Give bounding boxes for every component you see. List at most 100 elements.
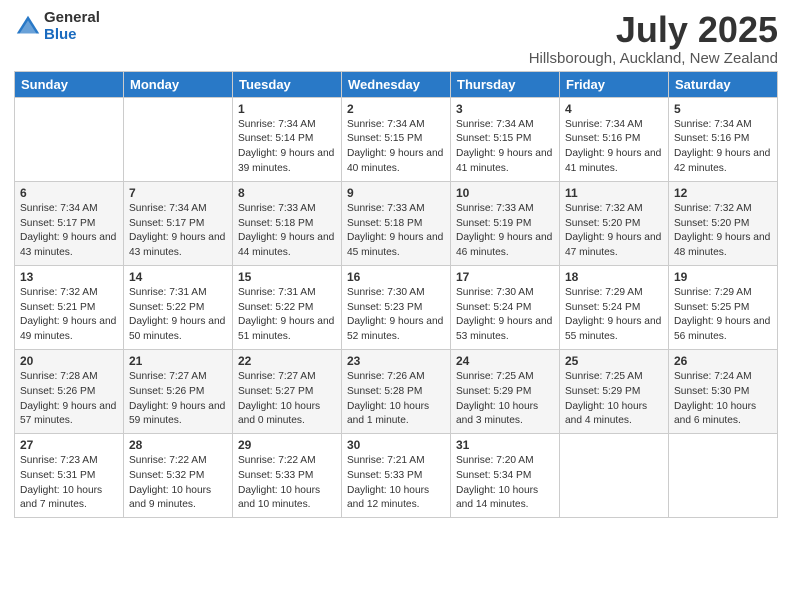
day-info: Sunrise: 7:22 AMSunset: 5:33 PMDaylight:… <box>238 455 320 510</box>
table-row: 1 Sunrise: 7:34 AMSunset: 5:14 PMDaylight… <box>233 97 342 181</box>
day-number: 30 <box>347 438 445 452</box>
col-saturday: Saturday <box>669 71 778 97</box>
title-section: July 2025 Hillsborough, Auckland, New Ze… <box>529 10 778 67</box>
table-row: 13 Sunrise: 7:32 AMSunset: 5:21 PMDayligh… <box>15 265 124 349</box>
day-number: 23 <box>347 354 445 368</box>
col-tuesday: Tuesday <box>233 71 342 97</box>
table-row <box>560 434 669 518</box>
table-row: 14 Sunrise: 7:31 AMSunset: 5:22 PMDayligh… <box>124 265 233 349</box>
table-row: 9 Sunrise: 7:33 AMSunset: 5:18 PMDaylight… <box>342 181 451 265</box>
day-info: Sunrise: 7:32 AMSunset: 5:20 PMDaylight:… <box>674 203 770 258</box>
col-sunday: Sunday <box>15 71 124 97</box>
day-number: 7 <box>129 186 227 200</box>
day-number: 19 <box>674 270 772 284</box>
day-info: Sunrise: 7:25 AMSunset: 5:29 PMDaylight:… <box>456 371 538 426</box>
month-title: July 2025 <box>529 10 778 50</box>
table-row: 28 Sunrise: 7:22 AMSunset: 5:32 PMDayligh… <box>124 434 233 518</box>
day-number: 14 <box>129 270 227 284</box>
day-number: 15 <box>238 270 336 284</box>
calendar-table: Sunday Monday Tuesday Wednesday Thursday… <box>14 71 778 519</box>
day-number: 5 <box>674 102 772 116</box>
table-row: 3 Sunrise: 7:34 AMSunset: 5:15 PMDaylight… <box>451 97 560 181</box>
table-row: 15 Sunrise: 7:31 AMSunset: 5:22 PMDayligh… <box>233 265 342 349</box>
logo-icon <box>14 13 42 41</box>
table-row: 16 Sunrise: 7:30 AMSunset: 5:23 PMDayligh… <box>342 265 451 349</box>
day-info: Sunrise: 7:29 AMSunset: 5:25 PMDaylight:… <box>674 287 770 342</box>
day-number: 22 <box>238 354 336 368</box>
page-container: General Blue July 2025 Hillsborough, Auc… <box>0 0 792 526</box>
table-row: 5 Sunrise: 7:34 AMSunset: 5:16 PMDaylight… <box>669 97 778 181</box>
table-row: 2Sunrise: 7:34 AMSunset: 5:15 PMDaylight… <box>342 97 451 181</box>
table-row: 26Sunrise: 7:24 AMSunset: 5:30 PMDayligh… <box>669 349 778 433</box>
day-info: Sunrise: 7:27 AMSunset: 5:26 PMDaylight:… <box>129 371 225 426</box>
day-number: 24 <box>456 354 554 368</box>
table-row: 11Sunrise: 7:32 AMSunset: 5:20 PMDayligh… <box>560 181 669 265</box>
table-row: 30Sunrise: 7:21 AMSunset: 5:33 PMDayligh… <box>342 434 451 518</box>
day-info: Sunrise: 7:34 AMSunset: 5:17 PMDaylight:… <box>129 203 225 258</box>
day-info: Sunrise: 7:33 AMSunset: 5:18 PMDaylight:… <box>238 203 334 258</box>
day-info: Sunrise: 7:27 AMSunset: 5:27 PMDaylight:… <box>238 371 320 426</box>
day-number: 8 <box>238 186 336 200</box>
day-number: 25 <box>565 354 663 368</box>
table-row: 17 Sunrise: 7:30 AMSunset: 5:24 PMDayligh… <box>451 265 560 349</box>
day-number: 28 <box>129 438 227 452</box>
day-info: Sunrise: 7:26 AMSunset: 5:28 PMDaylight:… <box>347 371 429 426</box>
table-row: 23 Sunrise: 7:26 AMSunset: 5:28 PMDayligh… <box>342 349 451 433</box>
table-row: 19 Sunrise: 7:29 AMSunset: 5:25 PMDayligh… <box>669 265 778 349</box>
day-number: 9 <box>347 186 445 200</box>
day-number: 20 <box>20 354 118 368</box>
col-wednesday: Wednesday <box>342 71 451 97</box>
col-friday: Friday <box>560 71 669 97</box>
table-row: 6 Sunrise: 7:34 AMSunset: 5:17 PMDaylight… <box>15 181 124 265</box>
table-row: 24 Sunrise: 7:25 AMSunset: 5:29 PMDayligh… <box>451 349 560 433</box>
day-info: Sunrise: 7:32 AMSunset: 5:21 PMDaylight:… <box>20 287 116 342</box>
table-row: 21Sunrise: 7:27 AMSunset: 5:26 PMDayligh… <box>124 349 233 433</box>
day-info: Sunrise: 7:28 AMSunset: 5:26 PMDaylight:… <box>20 371 116 426</box>
table-row: 20 Sunrise: 7:28 AMSunset: 5:26 PMDayligh… <box>15 349 124 433</box>
day-info: Sunrise: 7:34 AMSunset: 5:16 PMDaylight:… <box>565 119 661 174</box>
day-number: 17 <box>456 270 554 284</box>
table-row <box>669 434 778 518</box>
table-row: 4 Sunrise: 7:34 AMSunset: 5:16 PMDaylight… <box>560 97 669 181</box>
day-info: Sunrise: 7:34 AMSunset: 5:17 PMDaylight:… <box>20 203 116 258</box>
day-number: 31 <box>456 438 554 452</box>
header: General Blue July 2025 Hillsborough, Auc… <box>14 10 778 67</box>
day-info: Sunrise: 7:25 AMSunset: 5:29 PMDaylight:… <box>565 371 647 426</box>
day-number: 4 <box>565 102 663 116</box>
day-info: Sunrise: 7:24 AMSunset: 5:30 PMDaylight:… <box>674 371 756 426</box>
logo-general-text: General <box>44 10 100 27</box>
table-row: 12Sunrise: 7:32 AMSunset: 5:20 PMDayligh… <box>669 181 778 265</box>
day-number: 16 <box>347 270 445 284</box>
day-number: 29 <box>238 438 336 452</box>
day-info: Sunrise: 7:34 AMSunset: 5:16 PMDaylight:… <box>674 119 770 174</box>
day-info: Sunrise: 7:34 AMSunset: 5:15 PMDaylight:… <box>456 119 552 174</box>
day-number: 18 <box>565 270 663 284</box>
day-number: 3 <box>456 102 554 116</box>
table-row: 7 Sunrise: 7:34 AMSunset: 5:17 PMDaylight… <box>124 181 233 265</box>
day-number: 6 <box>20 186 118 200</box>
day-number: 11 <box>565 186 663 200</box>
table-row: 8 Sunrise: 7:33 AMSunset: 5:18 PMDaylight… <box>233 181 342 265</box>
table-row: 29 Sunrise: 7:22 AMSunset: 5:33 PMDayligh… <box>233 434 342 518</box>
table-row: 25 Sunrise: 7:25 AMSunset: 5:29 PMDayligh… <box>560 349 669 433</box>
day-info: Sunrise: 7:34 AMSunset: 5:14 PMDaylight:… <box>238 119 334 174</box>
table-row: 18 Sunrise: 7:29 AMSunset: 5:24 PMDayligh… <box>560 265 669 349</box>
day-number: 1 <box>238 102 336 116</box>
day-info: Sunrise: 7:31 AMSunset: 5:22 PMDaylight:… <box>129 287 225 342</box>
day-info: Sunrise: 7:22 AMSunset: 5:32 PMDaylight:… <box>129 455 211 510</box>
day-info: Sunrise: 7:33 AMSunset: 5:19 PMDaylight:… <box>456 203 552 258</box>
logo: General Blue <box>14 10 100 43</box>
day-info: Sunrise: 7:30 AMSunset: 5:24 PMDaylight:… <box>456 287 552 342</box>
table-row: 22 Sunrise: 7:27 AMSunset: 5:27 PMDayligh… <box>233 349 342 433</box>
table-row <box>15 97 124 181</box>
calendar-header-row: Sunday Monday Tuesday Wednesday Thursday… <box>15 71 778 97</box>
day-info: Sunrise: 7:30 AMSunset: 5:23 PMDaylight:… <box>347 287 443 342</box>
day-info: Sunrise: 7:23 AMSunset: 5:31 PMDaylight:… <box>20 455 102 510</box>
day-info: Sunrise: 7:29 AMSunset: 5:24 PMDaylight:… <box>565 287 661 342</box>
day-info: Sunrise: 7:34 AMSunset: 5:15 PMDaylight:… <box>347 119 443 174</box>
day-info: Sunrise: 7:31 AMSunset: 5:22 PMDaylight:… <box>238 287 334 342</box>
day-number: 13 <box>20 270 118 284</box>
col-monday: Monday <box>124 71 233 97</box>
day-info: Sunrise: 7:33 AMSunset: 5:18 PMDaylight:… <box>347 203 443 258</box>
logo-text: General Blue <box>44 10 100 43</box>
